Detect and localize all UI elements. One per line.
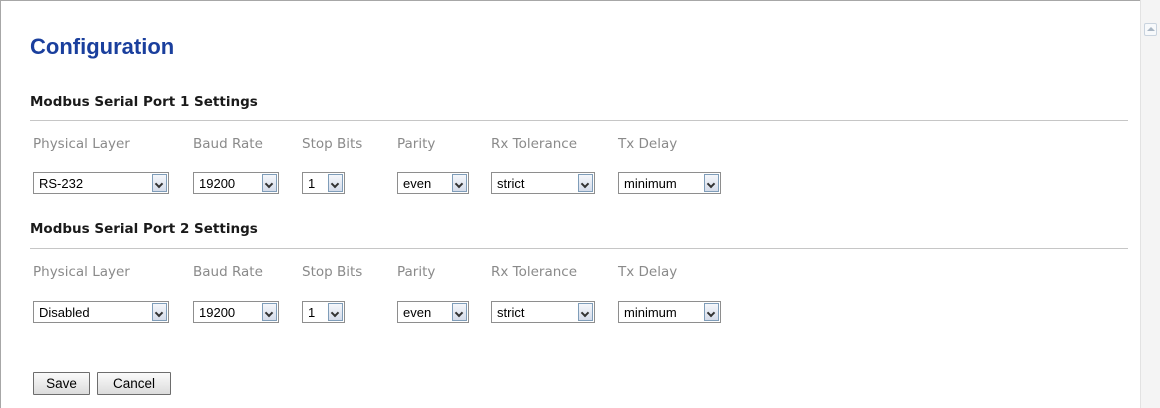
content-frame <box>0 0 1140 408</box>
port1-physical-layer-select[interactable]: RS-232 <box>33 172 169 194</box>
port2-tx-delay-select[interactable]: minimum <box>618 301 721 323</box>
port2-label-physical-layer: Physical Layer <box>33 264 130 280</box>
save-button[interactable]: Save <box>33 372 90 395</box>
port1-baud-rate-select[interactable]: 19200 <box>193 172 279 194</box>
port2-label-baud-rate: Baud Rate <box>193 264 263 280</box>
port1-label-parity: Parity <box>397 136 436 152</box>
chevron-down-icon[interactable] <box>152 303 167 321</box>
port2-stop-bits-select[interactable]: 1 <box>302 301 345 323</box>
port1-baud-rate-value: 19200 <box>199 176 236 191</box>
port2-label-parity: Parity <box>397 264 436 280</box>
port1-label-baud-rate: Baud Rate <box>193 136 263 152</box>
port2-baud-rate-value: 19200 <box>199 305 236 320</box>
chevron-down-icon[interactable] <box>578 303 593 321</box>
port1-rx-tolerance-select[interactable]: strict <box>491 172 595 194</box>
port1-parity-select[interactable]: even <box>397 172 469 194</box>
port1-tx-delay-select[interactable]: minimum <box>618 172 721 194</box>
chevron-down-icon[interactable] <box>452 303 467 321</box>
port2-baud-rate-select[interactable]: 19200 <box>193 301 279 323</box>
chevron-down-icon[interactable] <box>704 174 719 192</box>
chevron-down-icon[interactable] <box>262 174 277 192</box>
port1-section-title: Modbus Serial Port 1 Settings <box>30 94 258 110</box>
chevron-down-icon[interactable] <box>328 174 343 192</box>
chevron-down-icon[interactable] <box>262 303 277 321</box>
port1-stop-bits-select[interactable]: 1 <box>302 172 345 194</box>
page-title: Configuration <box>30 34 175 59</box>
port2-section-title: Modbus Serial Port 2 Settings <box>30 221 258 237</box>
port1-divider <box>30 120 1128 121</box>
chevron-down-icon[interactable] <box>704 303 719 321</box>
chevron-down-icon[interactable] <box>152 174 167 192</box>
port1-stop-bits-value: 1 <box>308 176 316 191</box>
port2-parity-value: even <box>403 305 432 320</box>
port1-label-stop-bits: Stop Bits <box>302 136 363 152</box>
port2-rx-tolerance-value: strict <box>497 305 525 320</box>
port1-label-physical-layer: Physical Layer <box>33 136 130 152</box>
port2-stop-bits-value: 1 <box>308 305 316 320</box>
port2-divider <box>30 248 1128 249</box>
port1-tx-delay-value: minimum <box>624 176 677 191</box>
port2-physical-layer-select[interactable]: Disabled <box>33 301 169 323</box>
vertical-scrollbar[interactable] <box>1140 0 1160 408</box>
port2-physical-layer-value: Disabled <box>39 305 90 320</box>
port2-label-stop-bits: Stop Bits <box>302 264 363 280</box>
port1-label-tx-delay: Tx Delay <box>618 136 678 152</box>
port1-parity-value: even <box>403 176 432 191</box>
port2-rx-tolerance-select[interactable]: strict <box>491 301 595 323</box>
port2-label-rx-tolerance: Rx Tolerance <box>491 264 578 280</box>
chevron-down-icon[interactable] <box>578 174 593 192</box>
port2-tx-delay-value: minimum <box>624 305 677 320</box>
port1-rx-tolerance-value: strict <box>497 176 525 191</box>
scroll-up-arrow-icon[interactable] <box>1144 23 1157 36</box>
chevron-down-icon[interactable] <box>452 174 467 192</box>
port1-label-rx-tolerance: Rx Tolerance <box>491 136 578 152</box>
port1-physical-layer-value: RS-232 <box>39 176 84 191</box>
port2-parity-select[interactable]: even <box>397 301 469 323</box>
cancel-button[interactable]: Cancel <box>97 372 171 395</box>
port2-label-tx-delay: Tx Delay <box>618 264 678 280</box>
chevron-down-icon[interactable] <box>328 303 343 321</box>
